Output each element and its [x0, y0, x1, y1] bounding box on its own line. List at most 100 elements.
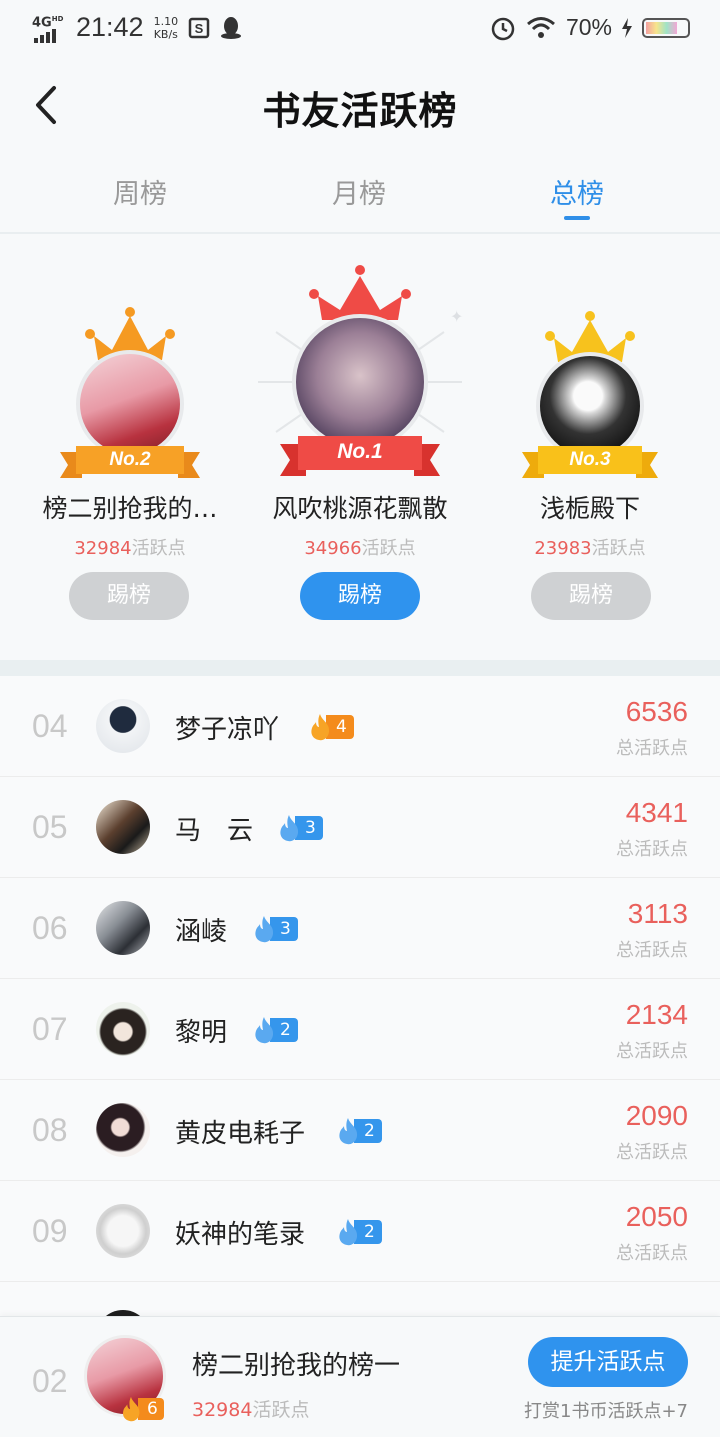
svg-text:S: S — [195, 21, 204, 36]
points-value: 23983 — [534, 538, 592, 559]
rank-number: 09 — [32, 1213, 68, 1249]
avatar[interactable] — [96, 699, 150, 753]
reward-hint: 打赏1书币活跃点+7 — [524, 1401, 688, 1422]
avatar[interactable] — [96, 1103, 150, 1157]
net-speed-value: 1.10 — [153, 14, 179, 28]
battery-percent: 70% — [565, 14, 612, 40]
wifi-icon — [526, 16, 555, 38]
level-badge: 3 — [250, 916, 298, 943]
crown-icon — [309, 265, 411, 320]
net-speed-unit: KB/s — [153, 27, 178, 41]
page-title: 书友活跃榜 — [262, 88, 458, 133]
tab-monthly[interactable]: 月榜 — [299, 172, 419, 211]
my-rank-bar: 02 6 榜二别抢我的榜一 32984活跃点 提升活跃点 打赏1书币活跃点+7 — [0, 1316, 720, 1437]
points-suffix: 活跃点 — [252, 1399, 310, 1421]
tab-total[interactable]: 总榜 — [517, 172, 637, 211]
kick-rank-button[interactable]: 踢榜 — [69, 572, 189, 620]
score-label: 总活跃点 — [616, 1243, 688, 1264]
score-label: 总活跃点 — [616, 1041, 688, 1062]
score: 2050 — [625, 1201, 688, 1232]
section-divider — [0, 660, 720, 676]
kick-rank-button[interactable]: 踢榜 — [300, 572, 420, 620]
user-points: 23983活跃点 — [460, 534, 720, 560]
flame-icon — [122, 1396, 140, 1422]
list-item[interactable]: 04 梦子凉吖 4 6536 总活跃点 — [0, 676, 720, 777]
avatar[interactable] — [96, 901, 150, 955]
boost-activity-button[interactable]: 提升活跃点 — [528, 1337, 688, 1387]
user-name[interactable]: 涵崚 — [175, 911, 227, 948]
level-badge: 3 — [275, 815, 323, 842]
signal-icon: 4GHD — [32, 13, 66, 43]
rank-label: No.1 — [337, 440, 383, 463]
level-badge: 2 — [334, 1219, 382, 1246]
charging-icon — [622, 17, 632, 38]
user-points: 32984活跃点 — [0, 534, 260, 560]
user-name[interactable]: 风吹桃源花飘散 — [240, 489, 480, 525]
score: 6536 — [625, 696, 688, 727]
user-points: 34966活跃点 — [240, 534, 480, 560]
level-badge: 6 — [118, 1396, 164, 1422]
rank-number: 05 — [32, 809, 68, 845]
list-item[interactable]: 09 妖神的笔录 2 2050 总活跃点 — [0, 1181, 720, 1282]
score: 2090 — [625, 1100, 688, 1131]
podium-first: ✦ No.1 风吹桃源花飘散 34966活跃点 踢榜 — [240, 234, 480, 660]
ranking-tabs: 周榜 月榜 总榜 — [0, 160, 720, 234]
score-label: 总活跃点 — [616, 1142, 688, 1163]
score: 4341 — [625, 797, 688, 828]
list-item[interactable]: 07 黎明 2 2134 总活跃点 — [0, 979, 720, 1080]
level-badge: 4 — [306, 714, 354, 741]
level-badge: 2 — [334, 1118, 382, 1145]
my-rank-number: 02 — [32, 1363, 68, 1399]
points-value: 32984 — [192, 1399, 253, 1421]
network-hd: HD — [51, 14, 64, 23]
kick-rank-button[interactable]: 踢榜 — [531, 572, 651, 620]
rank-number: 04 — [32, 708, 68, 744]
list-item[interactable]: 05 马 云 3 4341 总活跃点 — [0, 777, 720, 878]
battery-icon — [642, 17, 690, 38]
my-points: 32984活跃点 — [192, 1395, 309, 1422]
rank-number: 08 — [32, 1112, 68, 1148]
app-header: 书友活跃榜 — [0, 56, 720, 156]
avatar[interactable] — [96, 1002, 150, 1056]
rank-number: 07 — [32, 1011, 68, 1047]
user-name[interactable]: 黎明 — [175, 1012, 227, 1049]
active-tab-indicator — [564, 216, 590, 220]
score-label: 总活跃点 — [616, 839, 688, 860]
user-name[interactable]: 马 云 — [175, 810, 253, 847]
top-three-podium: No.2 榜二别抢我的… 32984活跃点 踢榜 ✦ No.1 风吹桃源花飘散 … — [0, 234, 720, 660]
flame-icon — [311, 714, 330, 741]
list-item[interactable]: 06 涵崚 3 3113 总活跃点 — [0, 878, 720, 979]
rank-label: No.3 — [569, 449, 611, 470]
flame-icon — [339, 1118, 358, 1145]
rank-number: 06 — [32, 910, 68, 946]
list-item[interactable]: 08 黄皮电耗子 2 2090 总活跃点 — [0, 1080, 720, 1181]
points-suffix: 活跃点 — [131, 538, 186, 559]
flame-icon — [339, 1219, 358, 1246]
level-badge: 2 — [250, 1017, 298, 1044]
clock: 21:42 — [76, 12, 144, 42]
alarm-icon — [491, 17, 515, 40]
flame-icon — [280, 815, 299, 842]
score-label: 总活跃点 — [616, 738, 688, 759]
user-name[interactable]: 妖神的笔录 — [175, 1214, 305, 1251]
flame-icon — [255, 916, 274, 943]
points-value: 32984 — [74, 538, 132, 559]
user-name[interactable]: 浅栀殿下 — [470, 489, 710, 525]
points-suffix: 活跃点 — [591, 538, 646, 559]
status-bar: 4GHD 21:42 1.10 KB/s S 70% — [0, 0, 720, 56]
net-speed: 1.10 KB/s — [154, 15, 179, 41]
user-name[interactable]: 梦子凉吖 — [175, 709, 279, 746]
points-value: 34966 — [304, 538, 362, 559]
points-suffix: 活跃点 — [361, 538, 416, 559]
qq-penguin-icon — [221, 16, 242, 39]
rank-label: No.2 — [109, 449, 151, 470]
avatar[interactable] — [96, 800, 150, 854]
avatar[interactable] — [96, 1204, 150, 1258]
score-label: 总活跃点 — [616, 940, 688, 961]
my-name: 榜二别抢我的榜一 — [192, 1351, 401, 1381]
flame-icon — [255, 1017, 274, 1044]
tab-weekly[interactable]: 周榜 — [80, 172, 200, 211]
user-name[interactable]: 黄皮电耗子 — [175, 1113, 305, 1150]
user-name[interactable]: 榜二别抢我的… — [10, 489, 250, 525]
score: 3113 — [627, 898, 688, 929]
